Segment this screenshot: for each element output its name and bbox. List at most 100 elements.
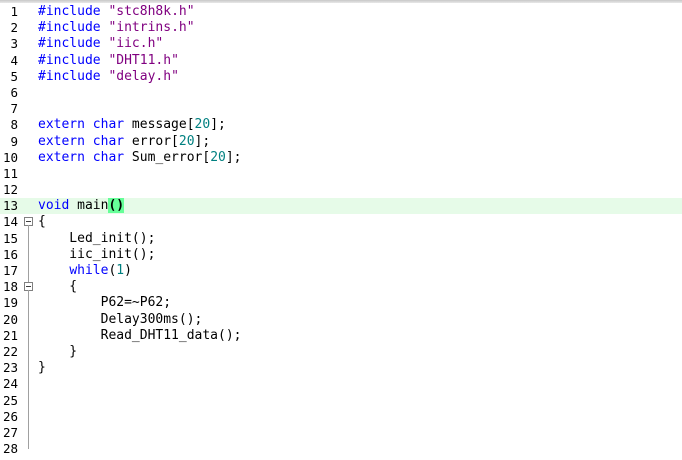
line-number: 14: [2, 214, 18, 230]
code-token: #include: [38, 52, 109, 68]
code-line[interactable]: 28: [0, 441, 682, 457]
code-line[interactable]: 9 extern char error[20];: [0, 134, 682, 150]
code-line[interactable]: 25: [0, 392, 682, 409]
code-token: error[: [124, 133, 179, 149]
fold-gutter: [22, 327, 34, 344]
code-token: "stc8h8k.h": [108, 4, 195, 19]
code-text: void main(): [38, 198, 125, 214]
line-number: 8: [10, 117, 18, 133]
code-line[interactable]: 23}: [0, 360, 682, 377]
code-text: extern char message[20];: [38, 117, 226, 133]
line-number: 22: [2, 343, 18, 359]
code-line[interactable]: 18 {: [0, 279, 682, 297]
code-line[interactable]: 1 #include "stc8h8k.h": [0, 4, 682, 20]
code-line[interactable]: 21 Read_DHT11_data();: [0, 327, 682, 344]
code-line[interactable]: 8 extern char message[20];: [0, 117, 682, 133]
fold-gutter: [22, 230, 34, 247]
code-token: 20: [194, 117, 211, 133]
fold-gutter: [22, 182, 34, 198]
code-token: ];: [225, 149, 242, 165]
code-token: extern char: [38, 149, 125, 165]
code-text: P62=~P62;: [38, 295, 171, 311]
code-line[interactable]: 3 #include "iic.h": [0, 36, 682, 52]
line-number: 27: [2, 424, 18, 440]
code-line[interactable]: 22 }: [0, 343, 682, 361]
code-text: #include "DHT11.h": [38, 53, 179, 69]
code-text: extern char Sum_error[20];: [38, 150, 242, 166]
line-number: 5: [10, 68, 18, 84]
fold-gutter: [22, 117, 34, 133]
code-token: extern char: [38, 117, 125, 133]
line-number: 12: [2, 182, 18, 198]
code-text: extern char error[20];: [38, 134, 210, 150]
code-token: #include: [38, 4, 109, 19]
code-token: Delay300ms();: [38, 311, 203, 327]
line-number: 9: [10, 133, 18, 149]
code-line[interactable]: 7: [0, 101, 682, 117]
code-line[interactable]: 27: [0, 424, 682, 442]
line-number: 11: [2, 165, 18, 181]
fold-gutter: [22, 392, 34, 409]
line-number: 20: [2, 311, 18, 327]
fold-gutter: [22, 20, 34, 36]
code-line[interactable]: 12: [0, 182, 682, 198]
line-number: 10: [2, 149, 18, 165]
fold-gutter: [22, 85, 34, 101]
code-text: Read_DHT11_data();: [38, 328, 242, 344]
code-line[interactable]: 4 #include "DHT11.h": [0, 53, 682, 69]
fold-gutter: [22, 101, 34, 117]
fold-gutter: [22, 424, 34, 442]
fold-gutter: [22, 343, 34, 361]
code-line[interactable]: 13 void main(): [0, 198, 682, 215]
fold-gutter: [22, 408, 34, 425]
line-number: 28: [2, 441, 18, 457]
code-line[interactable]: 10 extern char Sum_error[20];: [0, 150, 682, 166]
fold-gutter: [22, 36, 34, 52]
line-number: 16: [2, 246, 18, 262]
code-line[interactable]: 20 Delay300ms();: [0, 311, 682, 328]
code-line[interactable]: 11: [0, 166, 682, 182]
code-line[interactable]: 5 #include "delay.h": [0, 69, 682, 85]
code-text: {: [38, 279, 77, 295]
line-number: 4: [10, 52, 18, 68]
code-token: void: [38, 198, 70, 214]
code-token: message[: [124, 117, 195, 133]
line-number: 15: [2, 230, 18, 246]
code-token: "delay.h": [108, 68, 179, 84]
code-text: {: [38, 214, 46, 230]
fold-gutter: [22, 295, 34, 312]
code-line[interactable]: 19 P62=~P62;: [0, 295, 682, 312]
code-line[interactable]: 14 {: [0, 214, 682, 232]
code-line[interactable]: 2 #include "intrins.h": [0, 20, 682, 36]
code-editor[interactable]: 1 #include "stc8h8k.h" 2 #include "intrins.…: [0, 4, 682, 460]
fold-gutter: [22, 53, 34, 69]
code-token: while: [69, 263, 109, 278]
fold-gutter: [22, 246, 34, 263]
code-token: Read_DHT11_data();: [38, 327, 242, 343]
code-token: #include: [38, 68, 109, 84]
fold-gutter: [22, 150, 34, 166]
code-token: Led_init();: [38, 230, 156, 246]
code-line[interactable]: 6: [0, 85, 682, 101]
code-token: #include: [38, 36, 109, 52]
fold-gutter: [22, 360, 34, 377]
code-line[interactable]: 26: [0, 408, 682, 425]
code-line[interactable]: 16 iic_init();: [0, 246, 682, 263]
code-token: }: [38, 343, 78, 359]
code-line[interactable]: 15 Led_init();: [0, 230, 682, 247]
code-token: #include: [38, 20, 109, 36]
code-token: {: [38, 214, 46, 230]
line-number: 7: [10, 101, 18, 117]
line-number: 18: [2, 279, 18, 295]
code-token: ];: [194, 133, 211, 149]
code-text: #include "intrins.h": [38, 20, 195, 36]
code-token: ];: [210, 117, 226, 133]
matched-brace: (): [108, 198, 125, 214]
code-text: while(1): [38, 263, 132, 279]
code-text: #include "stc8h8k.h": [38, 4, 195, 20]
code-text: iic_init();: [38, 247, 155, 263]
code-line[interactable]: 17 while(1): [0, 263, 682, 280]
fold-gutter: [22, 4, 34, 20]
code-line[interactable]: 24: [0, 376, 682, 393]
